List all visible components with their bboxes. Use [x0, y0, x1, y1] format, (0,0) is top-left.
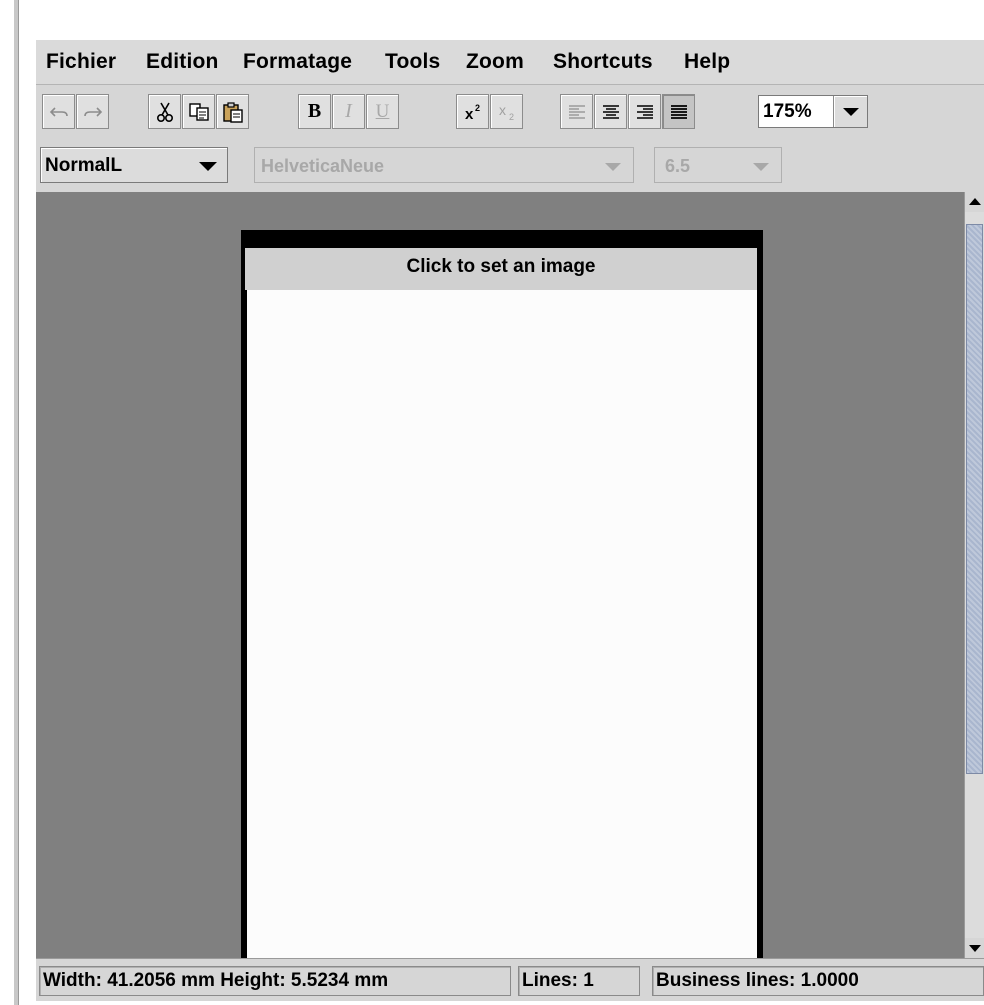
scroll-thumb[interactable] — [966, 224, 983, 774]
align-justify-icon — [670, 104, 687, 119]
menu-fichier[interactable]: Fichier — [46, 50, 116, 74]
menu-shortcuts[interactable]: Shortcuts — [553, 50, 653, 74]
status-business-lines: Business lines: 1.0000 — [652, 966, 984, 996]
svg-text:x: x — [465, 106, 474, 122]
toolbar: B I U x 2 x 2 175% — [36, 85, 984, 141]
align-right-button[interactable] — [628, 94, 661, 129]
align-left-button[interactable] — [560, 94, 593, 129]
subscript-button[interactable]: x 2 — [490, 94, 523, 129]
set-image-label: Click to set an image — [406, 256, 596, 277]
align-right-icon — [636, 104, 653, 119]
paste-icon — [222, 101, 243, 123]
svg-text:x: x — [499, 102, 506, 118]
superscript-button[interactable]: x 2 — [456, 94, 489, 129]
text-caret — [243, 290, 246, 326]
zoom-select[interactable]: 175% — [758, 95, 868, 128]
chevron-down-icon — [199, 162, 217, 171]
paragraph-style-select[interactable]: NormalL — [40, 147, 228, 183]
align-center-icon — [602, 104, 619, 119]
paragraph-style-value: NormalL — [45, 155, 123, 176]
scissors-icon — [156, 102, 173, 122]
scroll-up-icon[interactable] — [965, 192, 984, 212]
chevron-down-icon[interactable] — [833, 96, 867, 127]
font-family-value: HelveticaNeue — [261, 156, 385, 176]
menubar: Fichier Edition Formatage Tools Zoom Sho… — [36, 40, 984, 85]
redo-icon — [83, 106, 102, 117]
copy-button[interactable] — [182, 94, 215, 129]
font-size-value: 6.5 — [665, 156, 691, 176]
font-size-select[interactable]: 6.5 — [654, 147, 782, 183]
subscript-icon: x 2 — [499, 102, 514, 122]
copy-icon — [188, 102, 209, 121]
align-justify-button[interactable] — [662, 94, 695, 129]
paste-button[interactable] — [216, 94, 249, 129]
document-page[interactable]: Click to set an image — [241, 230, 763, 970]
svg-text:2: 2 — [509, 112, 514, 122]
page-top-border — [241, 230, 763, 248]
status-dimensions: Width: 41.2056 mm Height: 5.5234 mm — [39, 966, 511, 996]
document-canvas[interactable]: Click to set an image — [36, 192, 964, 970]
menu-zoom[interactable]: Zoom — [466, 50, 524, 74]
scroll-down-icon[interactable] — [965, 938, 984, 958]
format-bar: NormalL HelveticaNeue 6.5 — [36, 141, 984, 191]
redo-button[interactable] — [76, 94, 109, 129]
bold-button[interactable]: B — [298, 94, 331, 129]
zoom-value: 175% — [763, 101, 812, 122]
vertical-scrollbar[interactable] — [964, 192, 984, 958]
set-image-button[interactable]: Click to set an image — [245, 248, 757, 290]
menu-edition[interactable]: Edition — [146, 50, 219, 74]
menu-tools[interactable]: Tools — [385, 50, 440, 74]
status-lines: Lines: 1 — [518, 966, 640, 996]
menu-help[interactable]: Help — [684, 50, 730, 74]
superscript-icon: x 2 — [465, 103, 480, 122]
align-left-icon — [568, 104, 585, 119]
editor-window: Fichier Edition Formatage Tools Zoom Sho… — [36, 40, 984, 1001]
undo-icon — [49, 106, 68, 117]
italic-button[interactable]: I — [332, 94, 365, 129]
font-family-select[interactable]: HelveticaNeue — [254, 147, 634, 183]
svg-text:2: 2 — [475, 103, 480, 113]
underline-button[interactable]: U — [366, 94, 399, 129]
cut-button[interactable] — [148, 94, 181, 129]
text-area[interactable] — [247, 290, 757, 970]
window-edge-line — [18, 0, 19, 1005]
chevron-down-icon — [753, 163, 769, 171]
chevron-down-icon — [605, 163, 621, 171]
align-center-button[interactable] — [594, 94, 627, 129]
undo-button[interactable] — [42, 94, 75, 129]
menu-formatage[interactable]: Formatage — [243, 50, 352, 74]
status-bar: Width: 41.2056 mm Height: 5.5234 mm Line… — [36, 958, 984, 1001]
